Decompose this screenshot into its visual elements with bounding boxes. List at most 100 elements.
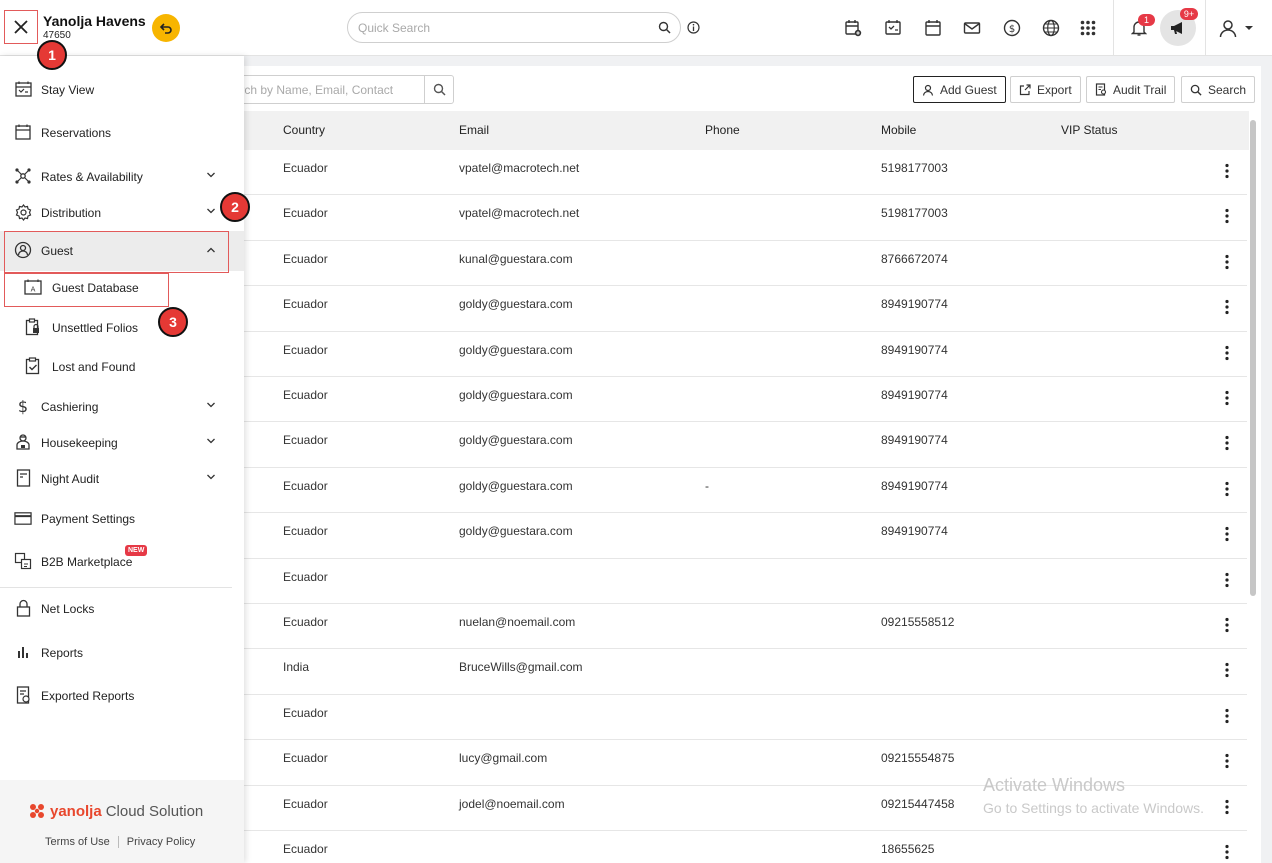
sidebar-item-cashiering[interactable]: $ Cashiering (0, 388, 244, 424)
sidebar-item-stay-view[interactable]: Stay View (0, 71, 244, 107)
more-options-icon[interactable] (1221, 571, 1233, 589)
sidebar-item-label: Guest Database (52, 281, 139, 295)
sidebar-item-exported-reports[interactable]: Exported Reports (0, 677, 244, 713)
sidebar-item-reservations[interactable]: Reservations (0, 114, 244, 150)
column-vip-status[interactable]: VIP Status (1061, 123, 1117, 137)
more-options-icon[interactable] (1221, 752, 1233, 770)
more-options-icon[interactable] (1221, 798, 1233, 816)
close-menu-button[interactable] (4, 10, 38, 44)
guest-search-input[interactable] (219, 82, 419, 98)
sidebar-item-night-audit[interactable]: Night Audit (0, 460, 244, 496)
hotel-code: 47650 (43, 30, 71, 41)
cell-email: goldy@guestara.com (459, 388, 573, 402)
more-options-icon[interactable] (1221, 298, 1233, 316)
hotel-name: Yanolja Havens (43, 13, 146, 29)
caret-down-icon (1245, 26, 1253, 30)
checklist-calendar-icon[interactable] (882, 17, 904, 39)
new-reservation-icon[interactable] (842, 17, 864, 39)
column-mobile[interactable]: Mobile (881, 123, 916, 137)
add-guest-button[interactable]: Add Guest (913, 76, 1006, 103)
document-icon (14, 469, 32, 487)
sidebar-item-payment-settings[interactable]: Payment Settings (0, 500, 244, 536)
user-icon (1219, 20, 1237, 38)
sidebar-item-distribution[interactable]: Distribution (0, 194, 244, 230)
more-options-icon[interactable] (1221, 661, 1233, 679)
export-button[interactable]: Export (1010, 76, 1081, 103)
cell-country: Ecuador (283, 615, 328, 629)
column-email[interactable]: Email (459, 123, 489, 137)
audit-trail-button[interactable]: Audit Trail (1086, 76, 1176, 103)
yanolja-logo-icon (30, 804, 44, 818)
more-options-icon[interactable] (1221, 707, 1233, 725)
export-label: Export (1037, 82, 1072, 97)
column-phone[interactable]: Phone (705, 123, 740, 137)
cell-mobile: 8766672074 (881, 251, 948, 266)
cell-email: vpatel@macrotech.net (459, 161, 580, 175)
sidebar-item-guest-database[interactable]: A Guest Database (0, 269, 244, 305)
sidebar-item-b2b-marketplace[interactable]: B2B Marketplace (0, 543, 244, 579)
terms-link[interactable]: Terms of Use (45, 836, 110, 848)
more-options-icon[interactable] (1221, 389, 1233, 407)
more-options-icon[interactable] (1221, 843, 1233, 861)
sidebar-item-label: Net Locks (41, 602, 95, 616)
cell-country: Ecuador (283, 161, 328, 175)
sidebar-item-reports[interactable]: Reports (0, 634, 244, 670)
calendar-icon (14, 123, 32, 141)
cell-email: kunal@guestara.com (459, 251, 573, 266)
dollar-circle-icon[interactable]: $ (1001, 17, 1023, 39)
sidebar-footer: yanolja Cloud Solution Terms of Use Priv… (0, 780, 244, 863)
guest-search (210, 75, 454, 104)
sidebar-item-label: Guest (41, 244, 74, 258)
cell-mobile: 09215558512 (881, 615, 955, 629)
cell-email: goldy@guestara.com (459, 433, 573, 448)
search-icon[interactable] (658, 21, 671, 34)
sidebar-item-rates-availability[interactable]: Rates & Availability (0, 158, 244, 194)
more-options-icon[interactable] (1221, 344, 1233, 362)
undo-icon (159, 23, 172, 34)
footer-links: Terms of Use Privacy Policy (45, 836, 195, 848)
cell-country: Ecuador (283, 297, 328, 312)
more-options-icon[interactable] (1221, 253, 1233, 271)
more-options-icon[interactable] (1221, 207, 1233, 225)
sidebar-item-label: Reports (41, 646, 84, 660)
step-2-callout: 2 (220, 192, 250, 222)
sidebar-item-label: Payment Settings (41, 512, 136, 526)
cell-country: Ecuador (283, 842, 328, 856)
cell-email: goldy@guestara.com (459, 342, 573, 357)
sidebar-item-net-locks[interactable]: Net Locks (0, 590, 244, 626)
info-icon[interactable] (687, 21, 700, 34)
scrollbar[interactable] (1250, 120, 1256, 596)
divider (117, 836, 119, 848)
sidebar-item-label: Cashiering (41, 400, 99, 414)
more-options-icon[interactable] (1221, 525, 1233, 543)
card-icon (14, 509, 32, 527)
sidebar-item-label: Exported Reports (41, 689, 135, 703)
more-options-icon[interactable] (1221, 616, 1233, 634)
sidebar-item-lost-and-found[interactable]: Lost and Found (0, 348, 244, 384)
privacy-link[interactable]: Privacy Policy (127, 836, 195, 848)
globe-icon[interactable] (1040, 17, 1062, 39)
sidebar-item-guest[interactable]: Guest (0, 231, 244, 271)
user-menu[interactable] (1217, 17, 1255, 39)
calendar-icon[interactable] (922, 17, 944, 39)
more-options-icon[interactable] (1221, 480, 1233, 498)
more-options-icon[interactable] (1221, 434, 1233, 452)
clipboard-lock-icon (24, 318, 42, 336)
more-options-icon[interactable] (1221, 162, 1233, 180)
brand-suffix: Cloud Solution (105, 802, 204, 820)
mail-icon[interactable] (961, 17, 983, 39)
quick-search-input[interactable] (358, 19, 648, 37)
column-country[interactable]: Country (283, 123, 325, 137)
cell-email: jodel@noemail.com (459, 796, 565, 811)
guest-search-button[interactable] (424, 76, 453, 103)
search-button[interactable]: Search (1181, 76, 1256, 103)
brand-logo: yanolja Cloud Solution (28, 802, 203, 820)
sidebar-item-housekeeping[interactable]: Housekeeping (0, 424, 244, 460)
sidebar-item-unsettled-folios[interactable]: Unsettled Folios (0, 309, 244, 345)
cell-country: India (283, 660, 310, 675)
cell-country: Ecuador (283, 251, 328, 266)
switch-property-button[interactable] (152, 14, 180, 42)
search-icon (1190, 84, 1202, 96)
bar-chart-icon (14, 643, 32, 661)
apps-grid-icon[interactable] (1077, 17, 1099, 39)
